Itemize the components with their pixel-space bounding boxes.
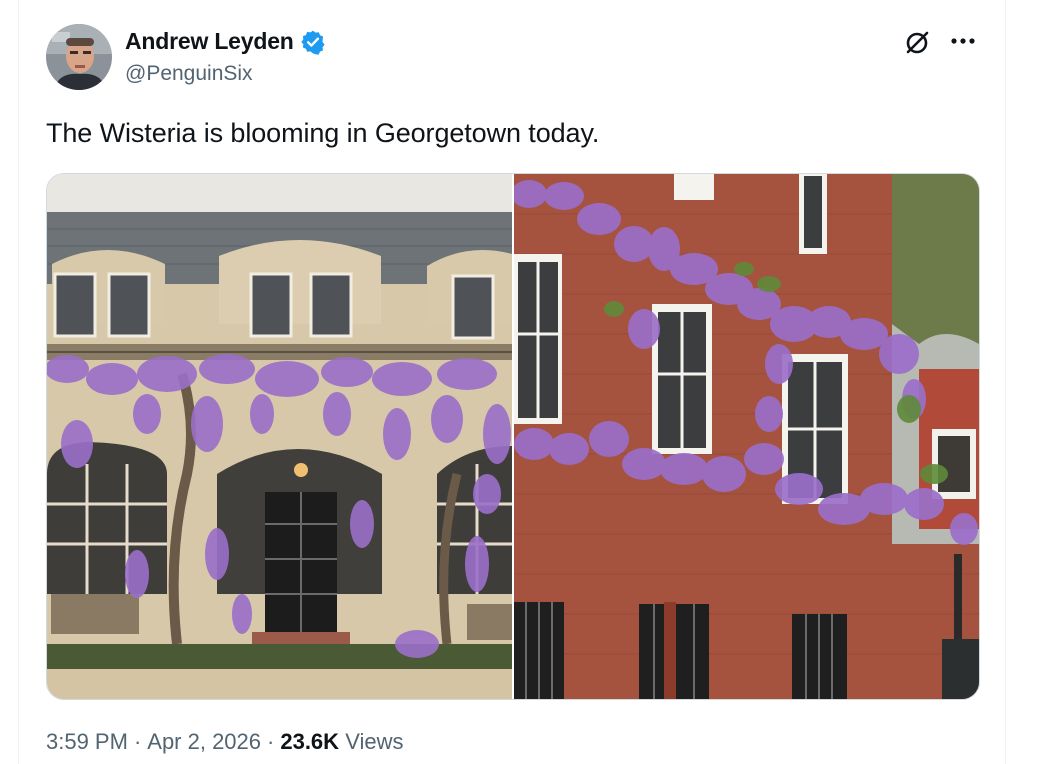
meta-separator: · <box>267 729 275 754</box>
author-name-row: Andrew Leyden <box>125 28 326 55</box>
more-options-button[interactable] <box>946 24 980 58</box>
tweet-media-grid <box>46 173 980 700</box>
tweet-meta: 3:59 PM · Apr 2, 2026 · 23.6K Views <box>46 729 403 755</box>
tweet-text: The Wisteria is blooming in Georgetown t… <box>46 118 600 148</box>
more-options-icon <box>951 38 975 44</box>
author-avatar[interactable] <box>46 24 112 90</box>
verified-badge-icon[interactable] <box>300 29 326 55</box>
avatar-photo-icon <box>46 24 112 90</box>
photo-stone-house-icon <box>47 174 512 699</box>
author-display-name[interactable]: Andrew Leyden <box>125 28 294 55</box>
views-label: Views <box>345 729 404 754</box>
grok-button[interactable] <box>898 24 936 62</box>
tweet-time[interactable]: 3:59 PM <box>46 729 128 755</box>
media-photo-2[interactable] <box>514 174 979 699</box>
views-count: 23.6K <box>280 729 340 754</box>
tweet-views[interactable]: 23.6K Views <box>280 729 403 755</box>
grok-icon <box>906 31 929 54</box>
media-photo-1[interactable] <box>47 174 512 699</box>
author-handle[interactable]: @PenguinSix <box>125 62 253 86</box>
tweet-date[interactable]: Apr 2, 2026 <box>147 729 261 755</box>
photo-brick-building-icon <box>514 174 979 699</box>
meta-separator: · <box>133 729 142 754</box>
